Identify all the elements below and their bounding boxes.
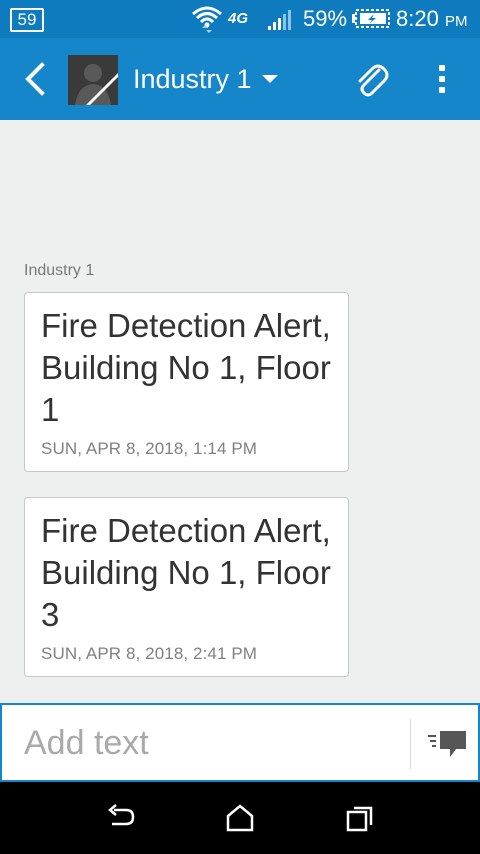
message-list[interactable]: Industry 1 Fire Detection Alert, Buildin…	[0, 120, 480, 702]
conversation-title: Industry 1	[133, 64, 252, 94]
more-vert-icon[interactable]	[430, 60, 454, 100]
message-input[interactable]	[22, 715, 406, 772]
battery-percent: 59%	[303, 6, 348, 31]
message-timestamp: SUN, APR 8, 2018, 1:14 PM	[41, 439, 258, 458]
composer-divider	[410, 719, 411, 769]
back-nav-icon[interactable]	[102, 802, 138, 834]
message-bubble[interactable]: Fire Detection Alert, Building No 1, Flo…	[24, 497, 349, 677]
system-nav-bar	[0, 782, 480, 854]
status-bar: 59 4G 59% 8:20 PM	[0, 0, 480, 38]
recents-icon[interactable]	[342, 802, 378, 834]
clock-time: 8:20	[396, 6, 439, 31]
chevron-down-icon	[261, 75, 278, 83]
battery-charging-icon	[352, 9, 390, 28]
clock: 8:20 PM	[396, 6, 467, 32]
network-type: 4G	[228, 10, 249, 27]
app-bar: Industry 1	[0, 38, 480, 120]
notification-count-badge: 59	[10, 8, 44, 32]
avatar[interactable]	[68, 55, 118, 105]
message-timestamp: SUN, APR 8, 2018, 2:41 PM	[41, 644, 258, 663]
send-message-icon[interactable]	[426, 727, 468, 763]
message-text: Fire Detection Alert, Building No 1, Flo…	[41, 512, 331, 633]
signal-icon	[268, 10, 291, 30]
contact-placeholder-icon	[68, 55, 118, 105]
clock-suffix: PM	[444, 13, 468, 30]
paperclip-icon[interactable]	[352, 60, 390, 100]
conversation-title-dropdown[interactable]: Industry 1	[133, 62, 278, 96]
wifi-icon	[192, 6, 222, 33]
composer-bar	[0, 703, 480, 782]
back-arrow-icon[interactable]	[14, 58, 54, 100]
message-bubble[interactable]: Fire Detection Alert, Building No 1, Flo…	[24, 292, 349, 472]
message-text: Fire Detection Alert, Building No 1, Flo…	[41, 307, 331, 428]
home-icon[interactable]	[222, 802, 258, 834]
sender-name: Industry 1	[24, 262, 95, 279]
